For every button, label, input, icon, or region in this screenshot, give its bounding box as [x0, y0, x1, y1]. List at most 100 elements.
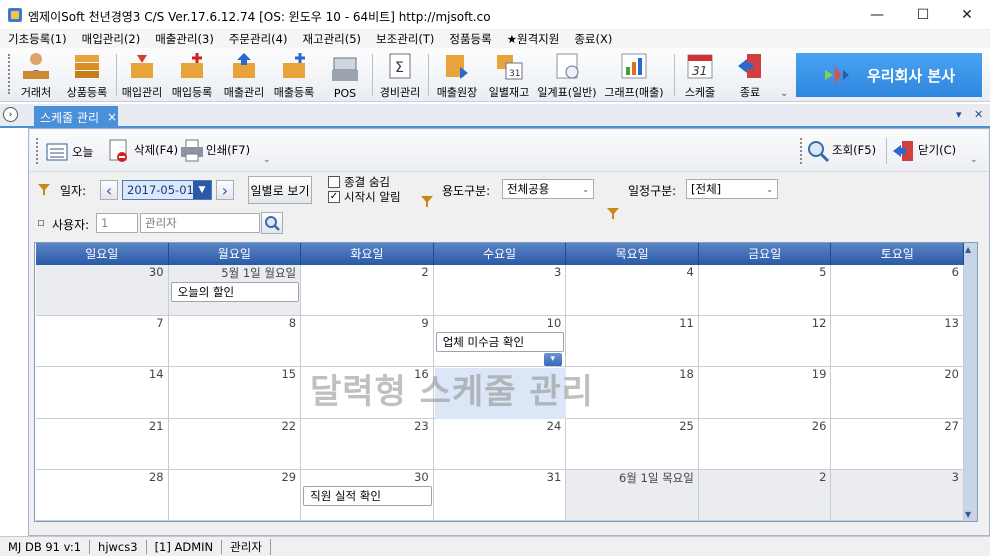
menu-auxiliary[interactable]: 보조관리(T)	[376, 31, 441, 47]
next-date-button[interactable]: ›	[216, 180, 234, 200]
calendar-day-cell[interactable]: 2	[698, 469, 832, 521]
delete-button[interactable]: 삭제(F4)	[108, 136, 178, 164]
calendar-day-cell[interactable]: 23	[301, 418, 434, 470]
toolbar-grip[interactable]	[8, 54, 11, 94]
calendar-day-cell[interactable]: 6월 1일 목요일	[566, 469, 699, 521]
toolbar-sales-manage-button[interactable]: 매출관리	[220, 50, 268, 100]
calendar-day-cell[interactable]: 3	[433, 265, 567, 317]
menu-license[interactable]: 정품등록	[449, 31, 498, 47]
day-number: 22	[281, 418, 297, 433]
calendar-day-cell[interactable]: 6	[831, 265, 964, 317]
day-number: 30	[414, 469, 429, 484]
toolbar-daily-stock-button[interactable]: 31 일별재고	[484, 50, 534, 100]
day-number: 29	[281, 469, 297, 484]
toolbar-overflow-button[interactable]: ⌄	[263, 155, 271, 165]
toolbar-sales-ledger-button[interactable]: 매출원장	[432, 50, 482, 100]
calendar-day-cell[interactable]: 31	[433, 469, 567, 521]
menu-basic[interactable]: 기초등록(1)	[8, 31, 74, 47]
toolbar-graph-button[interactable]: 그래프(매출)	[602, 50, 666, 100]
calendar-day-cell[interactable]: 9	[301, 316, 434, 368]
calendar-day-cell[interactable]: 28	[36, 469, 169, 521]
event-performance-check[interactable]: 직원 실적 확인	[303, 485, 432, 506]
calendar-day-cell[interactable]: 27	[831, 418, 964, 470]
scroll-down-icon[interactable]: ▼	[965, 510, 971, 519]
calendar-day-cell[interactable]: 19	[698, 367, 832, 419]
day-name-saturday: 토요일	[831, 243, 965, 265]
tab-schedule-management[interactable]: 스케줄 관리 ×	[34, 106, 118, 128]
toolbar-grip[interactable]	[800, 138, 803, 164]
calendar-day-cell[interactable]: 2	[301, 265, 434, 317]
tab-strip-close-icon[interactable]: ✕	[974, 108, 983, 121]
schedule-type-select[interactable]: [전체] ⌄	[686, 179, 778, 199]
calendar-day-cell[interactable]: 12	[698, 316, 832, 368]
calendar-day-cell[interactable]: 8	[168, 316, 302, 368]
tab-list-dropdown-icon[interactable]: ▾	[956, 108, 962, 121]
event-sale[interactable]: 오늘의 할인	[170, 282, 300, 302]
print-button[interactable]: 인쇄(F7)	[180, 136, 250, 164]
daily-view-button[interactable]: 일별로 보기	[248, 176, 312, 204]
calendar-day-cell[interactable]: 4	[566, 265, 699, 317]
calendar-day-cell[interactable]: 15	[168, 367, 302, 419]
user-name-input[interactable]: 관리자	[140, 213, 260, 233]
calendar-day-cell[interactable]: 20	[831, 367, 964, 419]
menu-exit[interactable]: 종료(X)	[574, 31, 619, 47]
daily-report-icon	[552, 51, 582, 81]
usage-select[interactable]: 전체공용 ⌄	[502, 179, 594, 199]
menu-remote-support[interactable]: ★원격지원	[507, 31, 567, 47]
date-dropdown-icon[interactable]: ▼	[193, 181, 211, 199]
prev-date-button[interactable]: ‹	[100, 180, 118, 200]
close-window-button[interactable]: 닫기(C)	[892, 136, 956, 164]
toolbar-purchase-add-button[interactable]: 매입등록	[168, 50, 216, 100]
scroll-up-icon[interactable]: ▲	[965, 245, 971, 254]
today-button[interactable]: 오늘	[46, 138, 93, 166]
calendar-day-cell[interactable]: 11	[566, 316, 699, 368]
calendar-icon: 31	[685, 51, 715, 81]
menu-purchase[interactable]: 매입관리(2)	[82, 31, 148, 47]
calendar-day-cell[interactable]: 14	[36, 367, 169, 419]
calendar-day-cell[interactable]: 30	[36, 265, 169, 317]
toolbar-daily-report-button[interactable]: 일계표(일반)	[536, 50, 598, 100]
toolbar-exit-button[interactable]: 종료	[730, 50, 770, 100]
calendar-day-cell[interactable]: 25	[566, 418, 699, 470]
user-code-input[interactable]: 1	[96, 213, 138, 233]
toolbar-expense-button[interactable]: Σ 경비관리	[376, 50, 424, 100]
search-button[interactable]: 조회(F5)	[806, 136, 876, 164]
calendar-day-cell[interactable]: 24	[433, 418, 567, 470]
day-number: 21	[148, 418, 164, 433]
menu-inventory[interactable]: 재고관리(5)	[302, 31, 368, 47]
calendar-day-cell[interactable]: 29	[168, 469, 302, 521]
calendar-day-cell[interactable]: 21	[36, 418, 169, 470]
toolbar-customer-button[interactable]: 거래처	[14, 50, 58, 100]
close-button[interactable]: ✕	[944, 0, 990, 30]
calendar-day-cell[interactable]: 3	[831, 469, 964, 521]
alarm-checkbox[interactable]: ✓	[328, 191, 340, 203]
bullet-icon	[38, 220, 44, 226]
toolbar-product-button[interactable]: 상품등록	[62, 50, 112, 100]
nav-expand-icon[interactable]: ›	[3, 107, 18, 122]
calendar-day-cell[interactable]: 5	[698, 265, 832, 317]
company-banner[interactable]: 우리회사 본사	[796, 53, 982, 97]
calendar-day-cell[interactable]: 7	[36, 316, 169, 368]
calendar-scrollbar[interactable]: ▲ ▼	[964, 243, 977, 521]
day-number: 10	[546, 316, 562, 331]
calendar-day-cell[interactable]: 13	[831, 316, 964, 368]
user-search-button[interactable]	[261, 212, 283, 234]
toolbar-overflow-button[interactable]: ⌄	[780, 88, 788, 99]
toolbar-overflow-button[interactable]: ⌄	[970, 155, 978, 165]
menu-order[interactable]: 주문관리(4)	[229, 31, 295, 47]
toolbar-pos-button[interactable]: POS	[324, 50, 366, 100]
menu-sales[interactable]: 매출관리(3)	[155, 31, 221, 47]
today-label: 오늘	[72, 145, 94, 159]
toolbar-purchase-manage-button[interactable]: 매입관리	[118, 50, 166, 100]
calendar-day-cell[interactable]: 22	[168, 418, 302, 470]
hide-done-checkbox[interactable]	[328, 176, 340, 188]
maximize-button[interactable]: ☐	[900, 0, 946, 30]
toolbar-sales-add-button[interactable]: 매출등록	[270, 50, 318, 100]
toolbar-grip[interactable]	[36, 138, 39, 164]
minimize-button[interactable]: —	[854, 0, 900, 30]
toolbar-schedule-button[interactable]: 31 스케줄	[680, 50, 720, 100]
tab-close-icon[interactable]: ×	[107, 110, 117, 124]
calendar-day-cell[interactable]: 26	[698, 418, 832, 470]
event-payable-check[interactable]: 업체 미수금 확인	[435, 332, 565, 353]
exit-icon	[735, 51, 765, 81]
